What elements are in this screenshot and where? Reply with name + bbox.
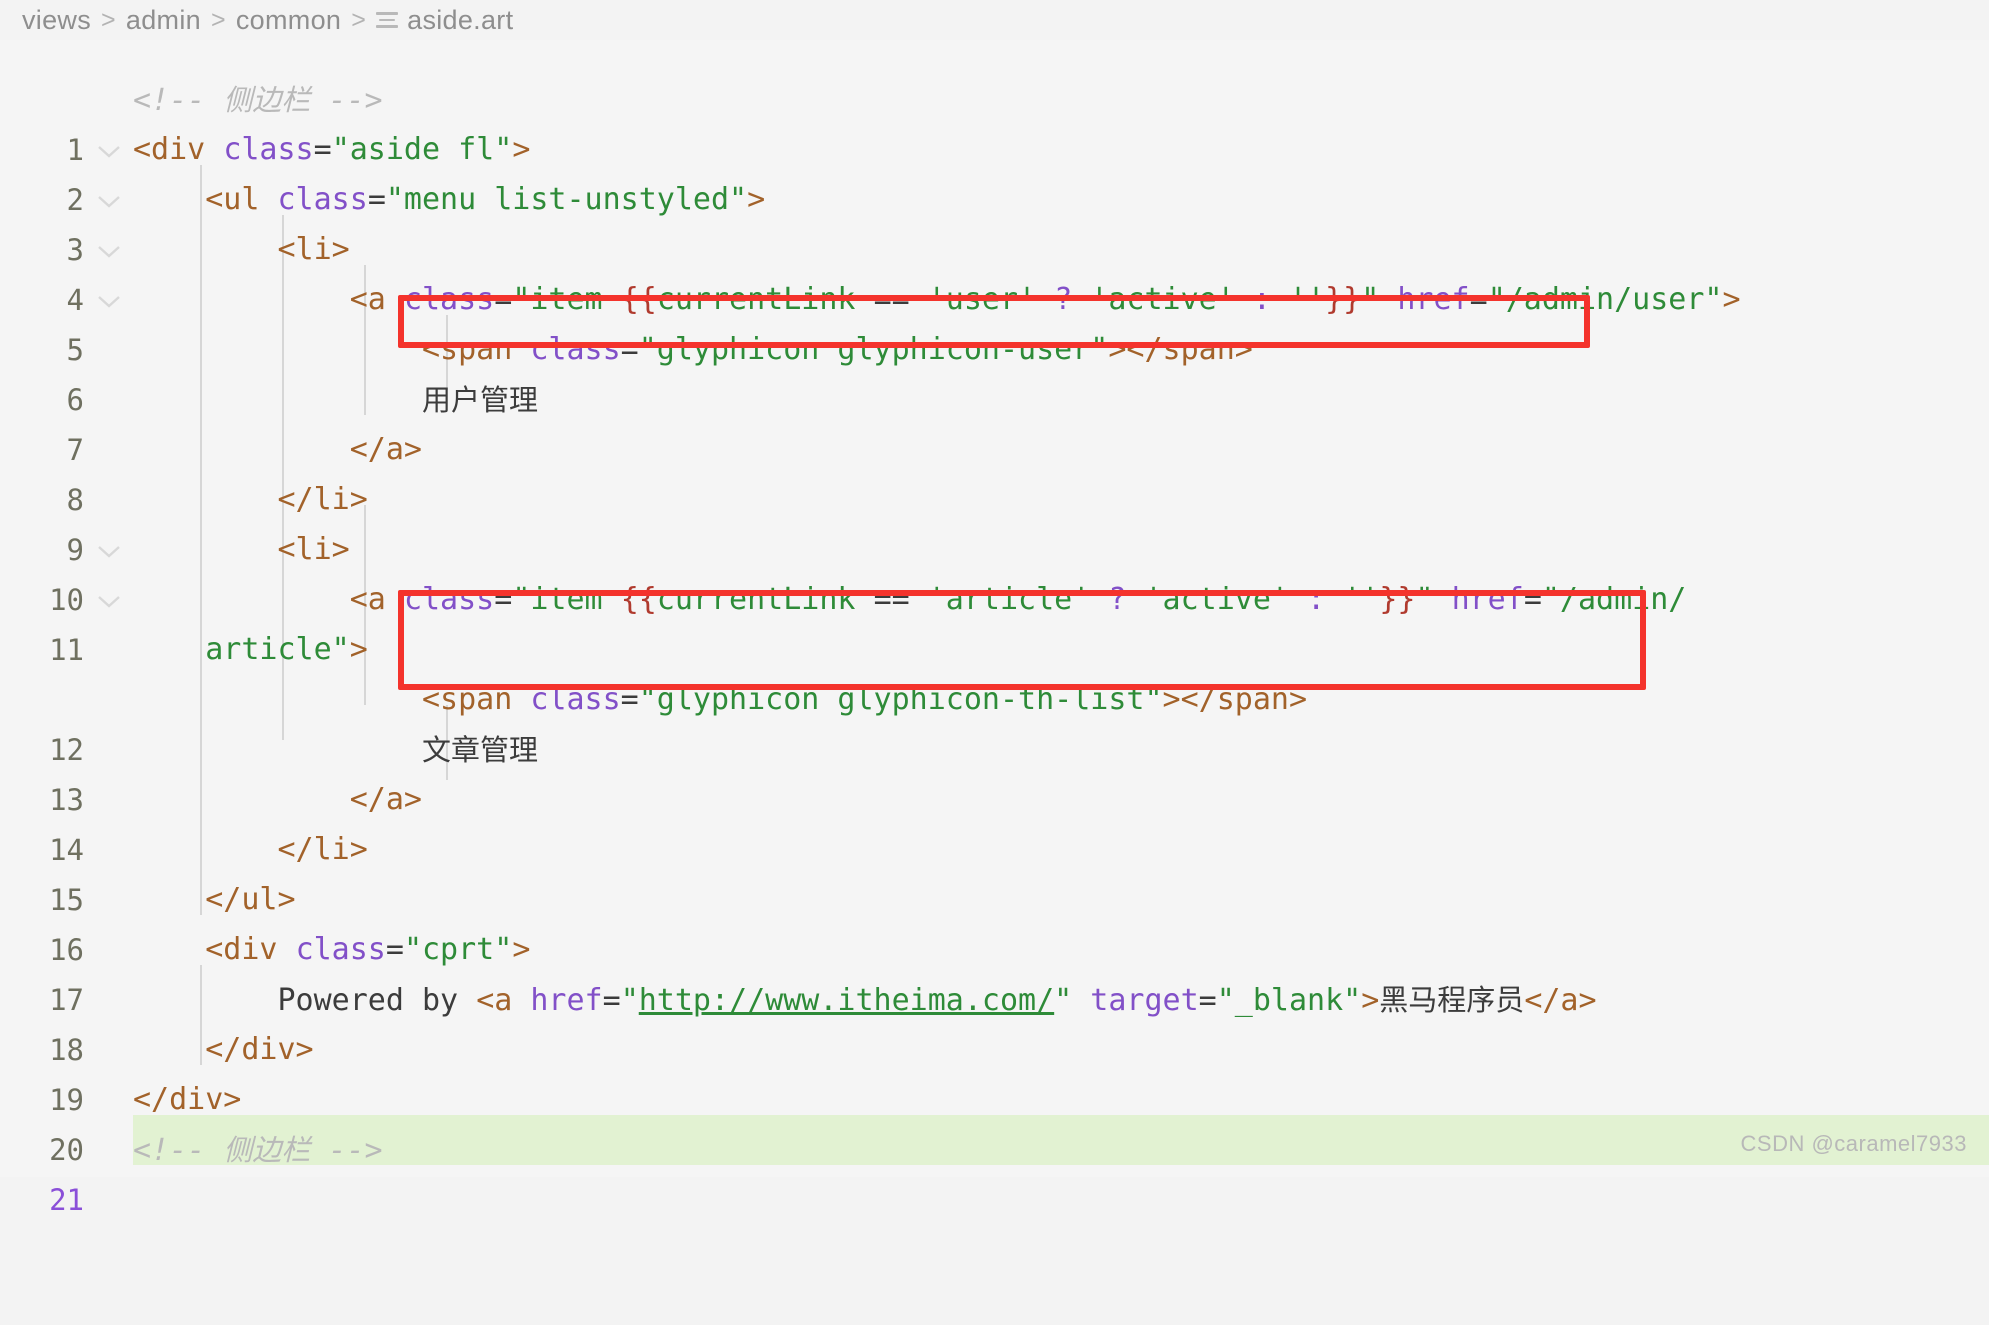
line-content[interactable]: </a> — [133, 425, 1989, 475]
line-content[interactable]: 文章管理 — [133, 725, 1989, 776]
line-content[interactable]: <div class="cprt"> — [133, 925, 1989, 975]
code-line[interactable]: 20 </div> — [0, 1075, 1989, 1167]
code-editor[interactable]: 1 <!-- 侧边栏 --> 2 <div class="aside fl"> … — [0, 40, 1989, 1217]
line-content[interactable]: <span class="glyphicon glyphicon-user"><… — [133, 325, 1989, 375]
line-number: 21 — [49, 1183, 84, 1217]
chevron-down-icon[interactable] — [96, 225, 122, 275]
line-content[interactable]: </li> — [133, 825, 1989, 875]
line-content[interactable]: <li> — [133, 525, 1989, 575]
line-content[interactable]: <ul class="menu list-unstyled"> — [133, 175, 1989, 225]
breadcrumb-separator: > — [351, 5, 367, 34]
code-line[interactable]: 17 <div class="cprt"> — [0, 925, 1989, 1017]
line-content[interactable]: <!-- 侧边栏 --> — [133, 1125, 1989, 1176]
line-content[interactable]: 用户管理 — [133, 375, 1989, 426]
line-content[interactable]: <a class="item {{currentLink == 'article… — [133, 575, 1989, 675]
code-line[interactable]: 13 文章管理 — [0, 725, 1989, 817]
code-line[interactable]: 5 <a class="item {{currentLink == 'user'… — [0, 275, 1989, 367]
code-line[interactable]: 7 用户管理 — [0, 375, 1989, 467]
line-content[interactable]: <a class="item {{currentLink == 'user' ?… — [133, 275, 1989, 325]
breadcrumb: views > admin > common > aside.art — [0, 0, 1989, 40]
code-line[interactable]: 9 </li> — [0, 475, 1989, 567]
code-line[interactable]: 14 </a> — [0, 775, 1989, 867]
code-line[interactable]: 11 <a class="item {{currentLink == 'arti… — [0, 575, 1989, 675]
line-content[interactable]: <li> — [133, 225, 1989, 275]
breadcrumb-item-common[interactable]: common — [236, 5, 341, 36]
line-content[interactable]: </div> — [133, 1025, 1989, 1075]
code-line[interactable]: 10 <li> — [0, 525, 1989, 617]
chevron-down-icon[interactable] — [96, 175, 122, 225]
line-content[interactable]: <span class="glyphicon glyphicon-th-list… — [133, 675, 1989, 725]
watermark: CSDN @caramel7933 — [1740, 1131, 1967, 1156]
code-line[interactable]: 2 <div class="aside fl"> — [0, 125, 1989, 217]
chevron-down-icon[interactable] — [96, 575, 122, 625]
code-line[interactable]: 18 Powered by <a href="http://www.itheim… — [0, 975, 1989, 1067]
breadcrumb-separator: > — [101, 5, 116, 34]
line-content[interactable]: </li> — [133, 475, 1989, 525]
chevron-down-icon[interactable] — [96, 125, 122, 175]
breadcrumb-separator: > — [210, 5, 226, 34]
line-content[interactable]: Powered by <a href="http://www.itheima.c… — [133, 975, 1989, 1026]
code-line[interactable]: 21 <!-- 侧边栏 --> — [0, 1125, 1989, 1217]
line-content[interactable]: </a> — [133, 775, 1989, 825]
chevron-down-icon[interactable] — [96, 525, 122, 575]
file-lines-icon — [376, 12, 399, 32]
line-number: 11 — [49, 633, 84, 667]
code-line[interactable]: 16 </ul> — [0, 875, 1989, 967]
breadcrumb-filename[interactable]: aside.art — [407, 5, 513, 36]
chevron-down-icon[interactable] — [96, 275, 122, 325]
code-line[interactable]: 4 <li> — [0, 225, 1989, 317]
code-line[interactable]: 12 <span class="glyphicon glyphicon-th-l… — [0, 675, 1989, 767]
line-content[interactable]: </ul> — [133, 875, 1989, 925]
code-line[interactable]: 6 <span class="glyphicon glyphicon-user"… — [0, 325, 1989, 417]
code-line[interactable]: 3 <ul class="menu list-unstyled"> — [0, 175, 1989, 267]
code-line[interactable]: 1 <!-- 侧边栏 --> — [0, 75, 1989, 167]
breadcrumb-item-admin[interactable]: admin — [126, 5, 201, 36]
code-line[interactable]: 15 </li> — [0, 825, 1989, 917]
line-content[interactable]: <div class="aside fl"> — [133, 125, 1989, 175]
code-line[interactable]: 8 </a> — [0, 425, 1989, 517]
code-line[interactable]: 19 </div> — [0, 1025, 1989, 1117]
line-content[interactable]: <!-- 侧边栏 --> — [133, 75, 1989, 126]
breadcrumb-item-views[interactable]: views — [22, 5, 91, 36]
line-content[interactable]: </div> — [133, 1075, 1989, 1125]
